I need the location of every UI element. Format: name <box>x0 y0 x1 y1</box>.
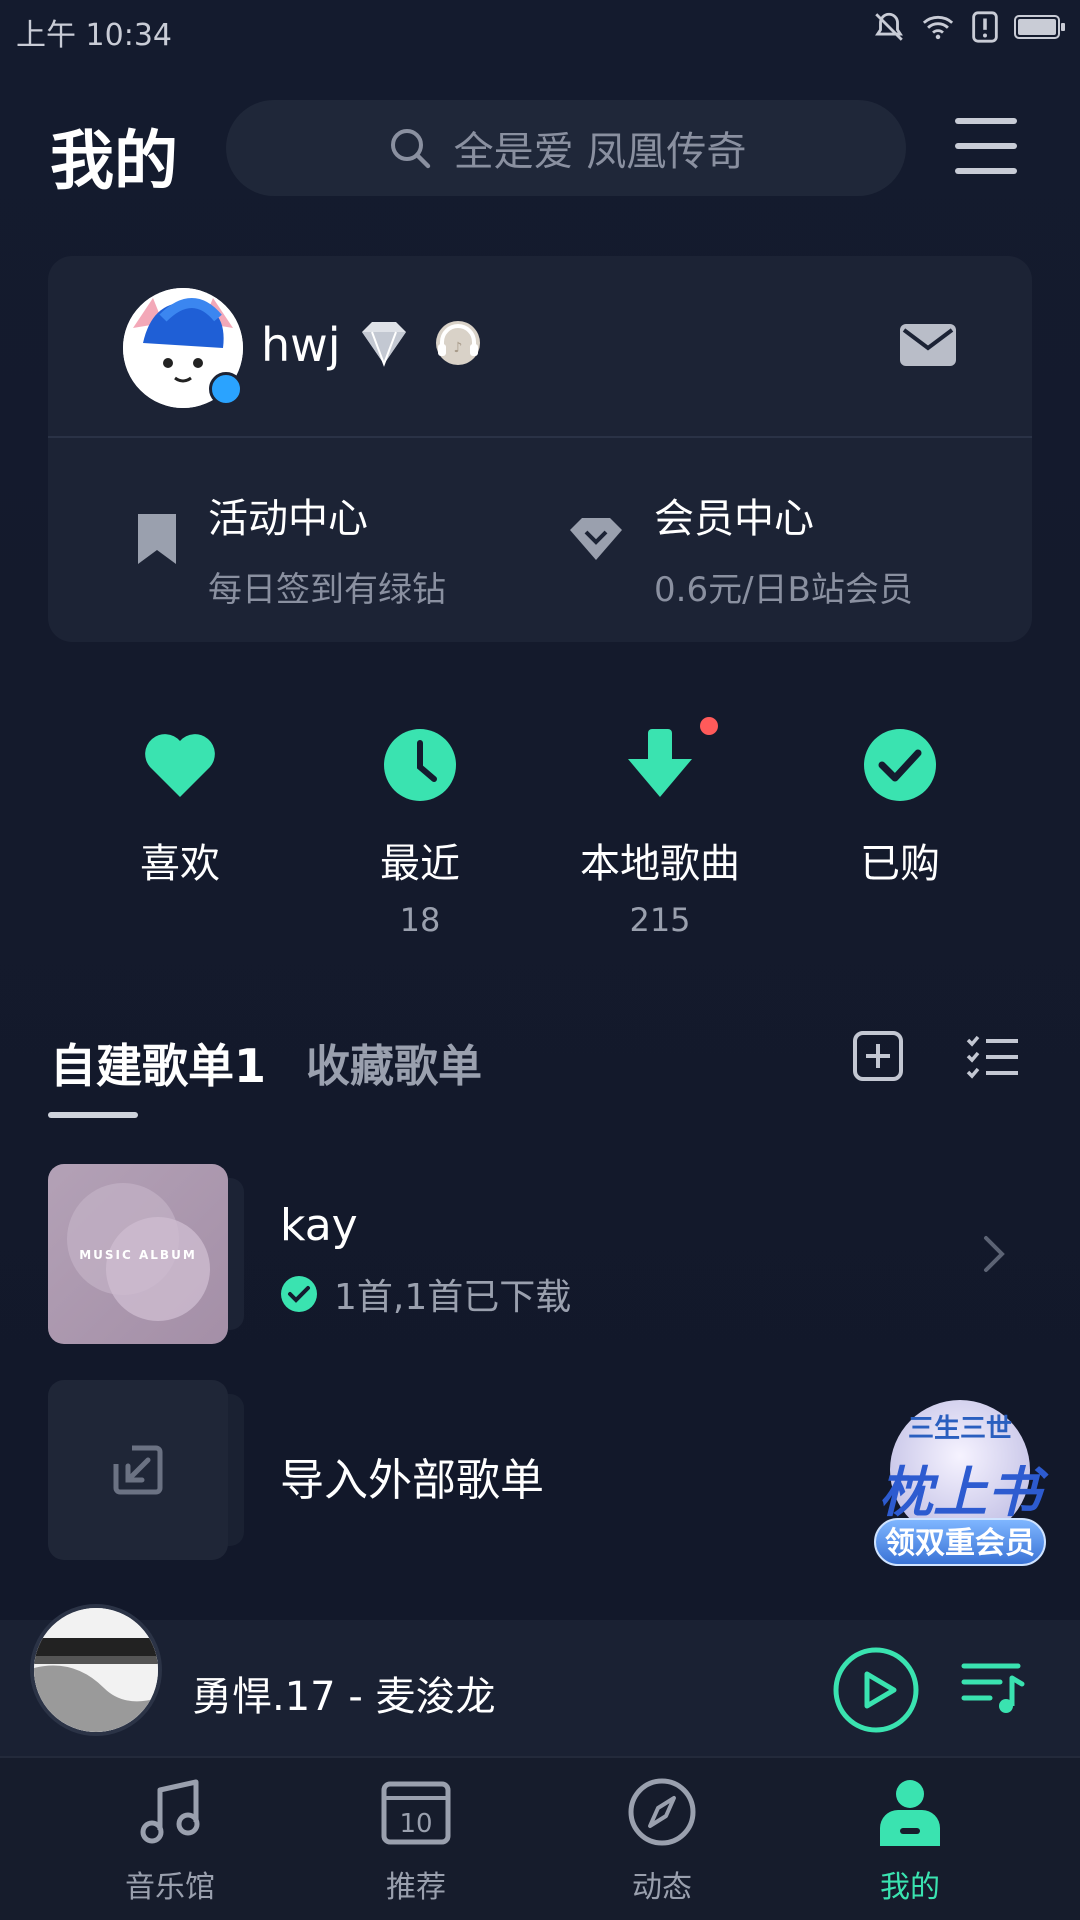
mail-icon[interactable] <box>898 322 958 368</box>
cover-text: MUSIC ALBUM <box>79 1248 197 1262</box>
person-icon <box>880 1780 940 1846</box>
notification-dot <box>700 717 718 735</box>
purchased-label: 已购 <box>860 841 940 887</box>
import-playlist-label[interactable]: 导入外部歌单 <box>280 1444 544 1508</box>
quick-action-recent[interactable]: 最近 18 <box>320 725 520 939</box>
activity-center-title: 活动中心 <box>208 496 368 542</box>
recent-count: 18 <box>399 901 441 939</box>
nav-recommend-label: 推荐 <box>386 1870 446 1905</box>
playlist-cover[interactable]: MUSIC ALBUM <box>48 1164 228 1344</box>
vip-center-subtitle: 0.6元/日B站会员 <box>654 570 913 610</box>
status-icons <box>872 10 1066 44</box>
check-circle-icon <box>864 729 936 801</box>
nav-music-hall-label: 音乐馆 <box>125 1870 215 1905</box>
playlist-meta: 1首,1首已下载 <box>280 1268 571 1320</box>
nav-feed[interactable]: 动态 <box>562 1776 762 1906</box>
quick-action-purchased[interactable]: 已购 <box>800 725 1000 901</box>
search-bar[interactable]: 全是爱 凤凰传奇 <box>226 100 906 196</box>
vip-center[interactable]: 会员中心 0.6元/日B站会员 <box>566 486 913 611</box>
nav-mine[interactable]: 我的 <box>810 1776 1010 1906</box>
local-songs-count: 215 <box>629 901 691 939</box>
vip-diamond-icon <box>570 518 622 560</box>
downloaded-check-icon <box>281 1276 317 1312</box>
profile-card: hwj ♪ 活动中心 每日签到有绿钻 会员中心 0.6元/日B站会员 <box>48 256 1032 642</box>
heart-icon <box>145 734 215 797</box>
mute-icon <box>875 12 903 41</box>
import-icon <box>113 1445 163 1495</box>
play-icon[interactable] <box>832 1646 920 1734</box>
status-time: 上午 10:34 <box>16 18 172 53</box>
nav-feed-label: 动态 <box>632 1870 692 1905</box>
promo-cta[interactable]: 领双重会员 <box>874 1518 1046 1566</box>
headset-icon[interactable]: ♪ <box>428 318 488 368</box>
avatar-badge <box>209 372 243 406</box>
tab-created-playlists[interactable]: 自建歌单1 <box>50 1030 266 1096</box>
music-note-icon <box>140 1779 200 1844</box>
playlist-meta-text: 1首,1首已下载 <box>334 1277 572 1318</box>
local-songs-label: 本地歌曲 <box>580 841 740 887</box>
nav-music-hall[interactable]: 音乐馆 <box>70 1776 270 1906</box>
activity-center-subtitle: 每日签到有绿钻 <box>208 570 446 610</box>
import-playlist-button[interactable] <box>48 1380 228 1560</box>
promo-name: 枕上书 <box>879 1461 1041 1524</box>
tab-indicator <box>48 1112 138 1118</box>
manage-list-icon[interactable] <box>966 1034 1020 1080</box>
quick-action-local-songs[interactable]: 本地歌曲 215 <box>560 725 760 939</box>
tab-collected-playlists[interactable]: 收藏歌单 <box>306 1030 482 1094</box>
compass-icon <box>628 1778 696 1846</box>
download-icon <box>628 729 692 797</box>
card-divider <box>48 436 1032 438</box>
menu-icon[interactable] <box>955 118 1017 174</box>
nav-recommend[interactable]: 10 推荐 <box>316 1776 516 1906</box>
page-title: 我的 <box>50 125 178 199</box>
playlist-name[interactable]: kay <box>280 1200 358 1251</box>
quick-action-favorites[interactable]: 喜欢 <box>80 725 280 901</box>
recent-label: 最近 <box>380 841 460 887</box>
promo-title: 三生三世 <box>907 1414 1012 1444</box>
svg-text:♪: ♪ <box>454 340 463 356</box>
now-playing-title[interactable]: 勇悍.17 - 麦浚龙 <box>192 1664 495 1722</box>
chevron-right-icon[interactable] <box>980 1234 1008 1274</box>
add-playlist-icon[interactable] <box>852 1030 904 1082</box>
vip-center-title: 会员中心 <box>654 496 814 542</box>
status-bar: 上午 10:34 <box>0 0 1080 56</box>
favorites-label: 喜欢 <box>140 841 220 887</box>
album-art[interactable] <box>30 1604 162 1736</box>
calendar-day: 10 <box>399 1809 432 1839</box>
activity-center[interactable]: 活动中心 每日签到有绿钻 <box>134 486 446 611</box>
nav-mine-label: 我的 <box>880 1870 940 1905</box>
search-placeholder: 全是爱 凤凰传奇 <box>453 129 747 175</box>
alert-icon <box>972 11 998 43</box>
battery-icon <box>1014 15 1065 39</box>
search-icon <box>390 129 430 169</box>
calendar-icon: 10 <box>381 1781 451 1845</box>
clock-icon <box>384 729 456 801</box>
diamond-icon[interactable] <box>354 318 414 368</box>
username[interactable]: hwj <box>261 318 341 372</box>
playlist-queue-icon[interactable] <box>960 1658 1026 1718</box>
bookmark-icon <box>138 514 176 564</box>
wifi-icon <box>922 15 954 40</box>
promo-badge[interactable]: 三生三世 枕上书 领双重会员 <box>870 1400 1050 1580</box>
